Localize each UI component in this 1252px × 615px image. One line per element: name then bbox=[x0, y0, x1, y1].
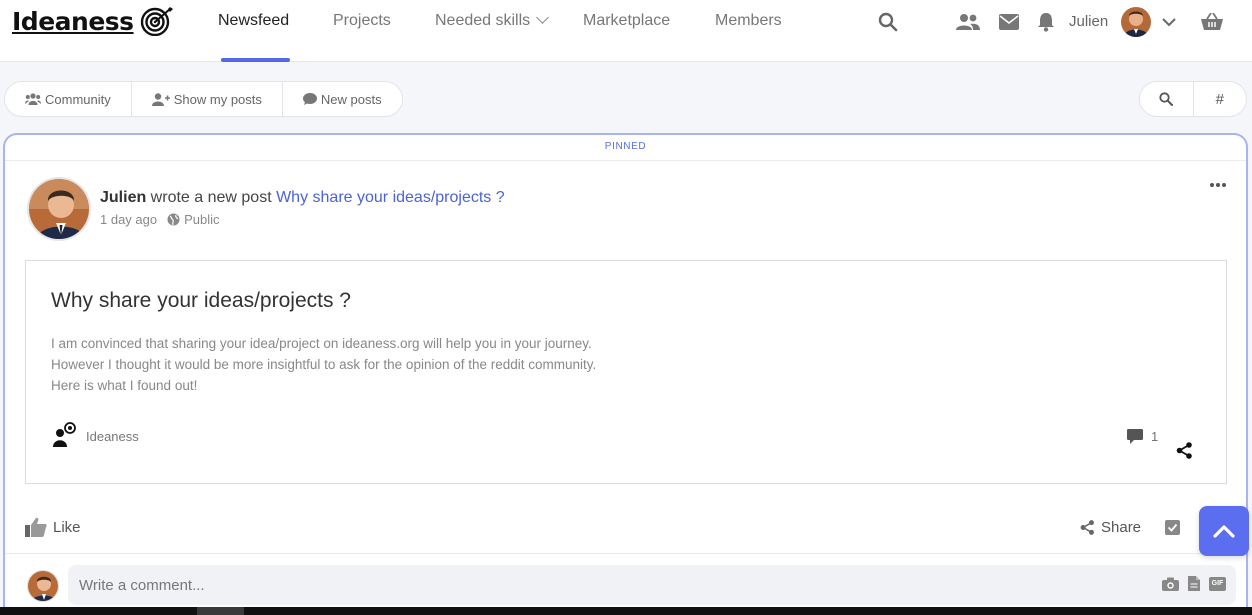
logo-text[interactable]: Ideaness bbox=[12, 7, 134, 36]
users-icon bbox=[25, 93, 41, 105]
filter-new-posts-label: New posts bbox=[320, 91, 382, 107]
filter-show-my-posts[interactable]: Show my posts bbox=[132, 82, 283, 116]
comment-count[interactable]: 1 bbox=[1127, 429, 1158, 444]
divider bbox=[5, 160, 1246, 161]
filter-new-posts[interactable]: New posts bbox=[283, 82, 402, 116]
commenter-avatar bbox=[27, 570, 59, 602]
chevron-down-icon bbox=[536, 11, 550, 24]
thumbs-up-icon bbox=[25, 517, 47, 537]
feed-tools: # bbox=[1139, 81, 1247, 117]
post-card: PINNED Julien wrote a new post Why share… bbox=[3, 133, 1248, 615]
search-icon[interactable] bbox=[876, 10, 900, 34]
user-plus-icon bbox=[151, 92, 170, 106]
post-time[interactable]: 1 day ago bbox=[100, 212, 157, 227]
share-label: Share bbox=[1101, 519, 1142, 536]
chevron-up-icon bbox=[1213, 525, 1235, 538]
shared-post-line: Here is what I found out! bbox=[51, 378, 198, 393]
nav-needed-skills[interactable]: Needed skills bbox=[435, 11, 550, 30]
os-taskbar bbox=[0, 607, 1252, 615]
post-visibility: Public bbox=[184, 212, 220, 227]
comment-box: GIF bbox=[68, 565, 1236, 605]
post-header: Julien wrote a new post Why share your i… bbox=[100, 189, 505, 207]
author-name[interactable]: Julien bbox=[100, 189, 146, 206]
post-title-link[interactable]: Why share your ideas/projects ? bbox=[276, 189, 505, 206]
nav-projects[interactable]: Projects bbox=[333, 12, 391, 30]
chat-icon bbox=[302, 93, 317, 105]
nav-newsfeed[interactable]: Newsfeed bbox=[218, 12, 289, 30]
friends-icon[interactable] bbox=[956, 10, 980, 34]
top-navbar: Ideaness Newsfeed Projects Needed skills… bbox=[0, 0, 1252, 62]
gif-icon[interactable]: GIF bbox=[1209, 576, 1226, 591]
basket-icon[interactable] bbox=[1200, 10, 1224, 34]
pinned-label: PINNED bbox=[604, 141, 647, 152]
group-name[interactable]: Ideaness bbox=[86, 429, 139, 444]
scroll-to-top-button[interactable] bbox=[1199, 506, 1249, 556]
shared-post-body: I am convinced that sharing your idea/pr… bbox=[51, 333, 596, 396]
filter-community-label: Community bbox=[45, 91, 111, 107]
user-name[interactable]: Julien bbox=[1069, 13, 1108, 30]
author-avatar[interactable] bbox=[27, 177, 91, 241]
comment-input[interactable] bbox=[79, 565, 979, 605]
camera-icon[interactable] bbox=[1162, 577, 1179, 591]
checkbox-icon[interactable] bbox=[1165, 520, 1180, 535]
post-meta: 1 day ago Public bbox=[100, 212, 220, 227]
hashtag-button[interactable]: # bbox=[1194, 82, 1247, 116]
group-icon bbox=[53, 422, 76, 447]
filter-show-my-posts-label: Show my posts bbox=[173, 91, 262, 107]
target-icon bbox=[140, 7, 173, 36]
shared-post-title: Why share your ideas/projects ? bbox=[51, 289, 351, 312]
globe-icon bbox=[167, 213, 180, 226]
shared-post-preview[interactable]: Why share your ideas/projects ? I am con… bbox=[25, 260, 1227, 484]
share-icon[interactable] bbox=[1176, 442, 1193, 459]
divider bbox=[5, 553, 1246, 554]
active-tab-indicator bbox=[221, 58, 290, 62]
like-button[interactable]: Like bbox=[25, 517, 81, 537]
file-icon[interactable] bbox=[1188, 576, 1200, 591]
bell-icon[interactable] bbox=[1034, 10, 1058, 34]
like-label: Like bbox=[53, 518, 81, 536]
nav-needed-skills-label: Needed skills bbox=[435, 12, 531, 29]
shared-post-line: I am convinced that sharing your idea/pr… bbox=[51, 336, 592, 351]
taskbar-item[interactable] bbox=[197, 607, 244, 615]
more-options-icon[interactable] bbox=[1208, 179, 1228, 191]
share-icon bbox=[1080, 520, 1094, 535]
comment-tools: GIF bbox=[1162, 576, 1226, 591]
feed-filter-bar: Community Show my posts New posts bbox=[4, 81, 403, 117]
feed-search-icon[interactable] bbox=[1140, 82, 1194, 116]
logo[interactable]: Ideaness bbox=[12, 6, 174, 36]
post-action-text: wrote a new post bbox=[146, 189, 277, 206]
filter-community[interactable]: Community bbox=[5, 82, 132, 116]
share-button[interactable]: Share bbox=[1080, 519, 1141, 536]
mail-icon[interactable] bbox=[997, 10, 1021, 34]
shared-post-line: However I thought it would be more insig… bbox=[51, 357, 597, 372]
account-menu-chevron-icon[interactable] bbox=[1157, 10, 1181, 34]
comment-icon bbox=[1127, 429, 1143, 444]
comment-count-value: 1 bbox=[1151, 429, 1159, 444]
user-avatar[interactable] bbox=[1121, 7, 1151, 37]
nav-members[interactable]: Members bbox=[715, 12, 782, 30]
nav-marketplace[interactable]: Marketplace bbox=[583, 12, 670, 30]
